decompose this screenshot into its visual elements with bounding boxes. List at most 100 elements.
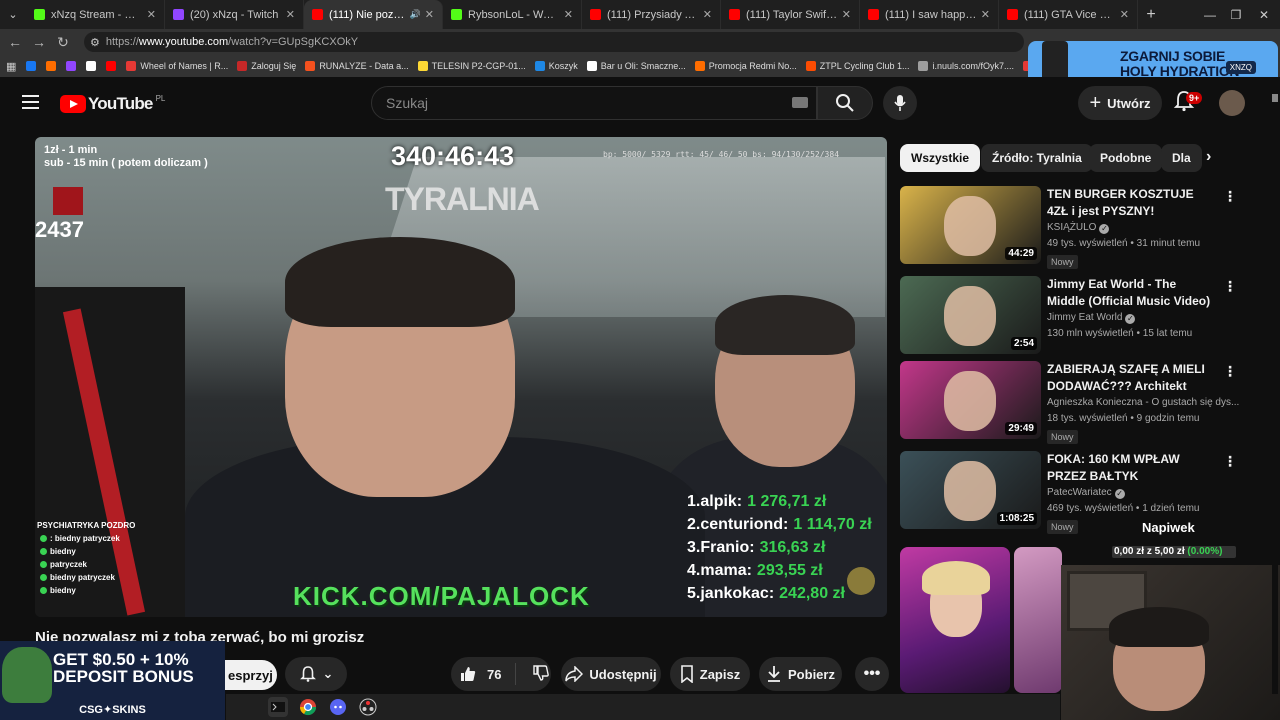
bookmark-item[interactable]: ZTPL Cycling Club 1... — [805, 61, 909, 71]
share-button[interactable]: Udostępnij — [561, 657, 661, 691]
reload-icon[interactable]: ↻ — [51, 34, 75, 51]
chrome-icon[interactable] — [298, 697, 318, 717]
browser-tab[interactable]: (20) xNzq - Twitch ✕ — [165, 0, 304, 29]
bookmark-item[interactable] — [26, 61, 40, 71]
create-button[interactable]: + Utwórz — [1078, 86, 1162, 120]
close-window-icon[interactable]: ✕ — [1250, 0, 1278, 29]
related-video-title[interactable]: FOKA: 160 KM WPŁAW PRZEZ BAŁTYK — [1047, 451, 1217, 485]
chevron-right-icon[interactable]: › — [1206, 148, 1211, 166]
bookmark-item[interactable] — [46, 61, 60, 71]
forward-arrow-icon[interactable]: → — [27, 34, 51, 50]
back-arrow-icon[interactable]: ← — [3, 34, 27, 50]
tab-close-icon[interactable]: ✕ — [981, 8, 990, 21]
discord-icon[interactable] — [328, 697, 348, 717]
video-thumbnail[interactable]: 2:54 — [900, 276, 1041, 354]
related-video-title[interactable]: Jimmy Eat World - The Middle (Official M… — [1047, 276, 1217, 310]
save-button[interactable]: Zapisz — [670, 657, 750, 691]
related-channel-name[interactable]: Jimmy Eat World ✓ — [1047, 312, 1136, 324]
bookmark-item[interactable]: i.nuuls.com/fOyk7.... — [918, 61, 1014, 71]
bookmark-item[interactable] — [106, 61, 120, 71]
more-vert-icon[interactable]: ⋮ — [1223, 363, 1237, 380]
site-info-icon[interactable]: ⚙ — [90, 36, 100, 49]
related-video-item[interactable]: 29:49 ZABIERAJĄ SZAFĘ A MIELI DODAWAĆ??? … — [900, 361, 1260, 449]
verified-icon: ✓ — [1125, 314, 1136, 324]
bookmark-item[interactable]: Koszyk — [534, 61, 578, 71]
account-avatar[interactable] — [1219, 90, 1245, 116]
search-button[interactable] — [817, 86, 873, 120]
related-video-item[interactable]: 2:54 Jimmy Eat World - The Middle (Offici… — [900, 276, 1260, 364]
subscription-bell-button[interactable]: ⌄ — [285, 657, 347, 691]
video-thumbnail[interactable]: 29:49 — [900, 361, 1041, 439]
browser-tab[interactable]: (111) GTA Vice City Radio ✕ — [999, 0, 1138, 29]
terminal-icon[interactable] — [268, 697, 288, 717]
tab-audio-icon[interactable]: 🔊 — [410, 9, 421, 20]
address-bar[interactable]: ⚙ https://www.youtube.com/watch?v=GUpSgK… — [84, 32, 1024, 52]
tab-close-icon[interactable]: ✕ — [425, 8, 434, 21]
minimize-icon[interactable]: — — [1196, 0, 1224, 29]
keyboard-icon[interactable] — [792, 97, 808, 108]
new-tab-button[interactable]: + — [1138, 0, 1164, 29]
bookmark-item[interactable]: RUNALYZE - Data a... — [305, 61, 409, 71]
filter-chip[interactable]: Dla — [1161, 144, 1202, 172]
obs-icon[interactable] — [358, 697, 378, 717]
bookmark-item[interactable]: Zaloguj Się — [237, 61, 296, 71]
related-video-title[interactable]: ZABIERAJĄ SZAFĘ A MIELI DODAWAĆ??? Archi… — [1047, 361, 1217, 395]
promo-text: GET $0.50 + 10% DEPOSIT BONUS — [53, 651, 194, 685]
hamburger-menu-icon[interactable] — [22, 95, 39, 109]
short-thumbnail-1[interactable] — [900, 547, 1010, 693]
related-video-title[interactable]: TEN BURGER KOSZTUJE 4ZŁ i jest PYSZNY! — [1047, 186, 1217, 220]
bookmark-item[interactable]: Wheel of Names | R... — [126, 61, 228, 71]
tab-close-icon[interactable]: ✕ — [286, 8, 295, 21]
video-player[interactable]: 1zł - 1 min sub - 15 min ( potem dolicza… — [35, 137, 887, 617]
more-vert-icon[interactable]: ⋮ — [1223, 453, 1237, 470]
support-button[interactable]: esprzyj — [225, 660, 277, 690]
filter-chip[interactable]: Wszystkie — [900, 144, 981, 172]
chat-line: : biedny patryczek — [37, 532, 222, 545]
filter-chip[interactable]: Podobne — [1089, 144, 1163, 172]
leaderboard-rank: 1. — [687, 493, 701, 510]
bookmark-item[interactable]: Promocja Redmi No... — [694, 61, 797, 71]
voice-search-button[interactable] — [883, 86, 917, 120]
bookmark-item[interactable] — [86, 61, 100, 71]
related-channel-name[interactable]: Agnieszka Konieczna - O gustach się dys.… — [1047, 397, 1239, 408]
bookmark-item[interactable] — [66, 61, 80, 71]
maximize-icon[interactable]: ❐ — [1222, 0, 1250, 29]
search-input[interactable]: Szukaj — [371, 86, 817, 120]
related-channel-name[interactable]: KSIĄŻULO ✓ — [1047, 222, 1110, 234]
bookmark-item[interactable]: Bar u Oli: Smaczne... — [586, 61, 686, 71]
browser-tab[interactable]: (111) Taylor Swift - Shake ✕ — [721, 0, 860, 29]
more-vert-icon[interactable]: ⋮ — [1223, 278, 1237, 295]
tab-search-icon[interactable]: ⌄ — [0, 0, 26, 29]
more-actions-button[interactable]: ••• — [855, 657, 889, 691]
related-channel-name[interactable]: PatecWariatec ✓ — [1047, 487, 1125, 499]
apps-grid-icon[interactable]: ▦ — [6, 60, 16, 73]
download-button[interactable]: Pobierz — [759, 657, 842, 691]
tab-close-icon[interactable]: ✕ — [147, 8, 156, 21]
like-button[interactable]: 76 — [459, 663, 516, 685]
tab-close-icon[interactable]: ✕ — [703, 8, 712, 21]
related-video-meta: 469 tys. wyświetleń • 1 dzień temu — [1047, 503, 1200, 514]
related-video-meta: 49 tys. wyświetleń • 31 minut temu — [1047, 238, 1201, 249]
browser-tab[interactable]: (111) Przysiady ATG 100 k ✕ — [582, 0, 721, 29]
browser-tab[interactable]: (111) Nie pozwalasz m 🔊 ✕ — [304, 0, 443, 29]
ad-code-badge: XNZQ — [1225, 61, 1256, 74]
tab-close-icon[interactable]: ✕ — [564, 8, 573, 21]
short-thumbnail-2[interactable] — [1014, 547, 1062, 693]
youtube-logo[interactable]: YouTube PL — [60, 94, 165, 114]
more-vert-icon[interactable]: ⋮ — [1223, 188, 1237, 205]
related-video-item[interactable]: 1:08:25 FOKA: 160 KM WPŁAW PRZEZ BAŁTYK Pa… — [900, 451, 1260, 539]
browser-tab[interactable]: (111) I saw happiness and ✕ — [860, 0, 999, 29]
video-thumbnail[interactable]: 1:08:25 — [900, 451, 1041, 529]
tab-close-icon[interactable]: ✕ — [1120, 8, 1129, 21]
browser-tab[interactable]: xNzq Stream - Watch Live ✕ — [26, 0, 165, 29]
page-scrollbar[interactable] — [1272, 94, 1278, 694]
csgoskins-ad[interactable]: GET $0.50 + 10% DEPOSIT BONUS CSG✦SKINS — [0, 641, 225, 720]
leaderboard-row: 3.Franio: 316,63 zł — [687, 536, 872, 559]
filter-chip[interactable]: Źródło: Tyralnia — [981, 144, 1093, 172]
dislike-button[interactable] — [532, 664, 550, 685]
related-video-item[interactable]: 44:29 TEN BURGER KOSZTUJE 4ZŁ i jest PYSZ… — [900, 186, 1260, 274]
video-thumbnail[interactable]: 44:29 — [900, 186, 1041, 264]
bookmark-item[interactable]: TELESIN P2-CGP-01... — [417, 61, 526, 71]
browser-tab[interactable]: RybsonLoL - Watch clips ✕ — [443, 0, 582, 29]
tab-close-icon[interactable]: ✕ — [842, 8, 851, 21]
